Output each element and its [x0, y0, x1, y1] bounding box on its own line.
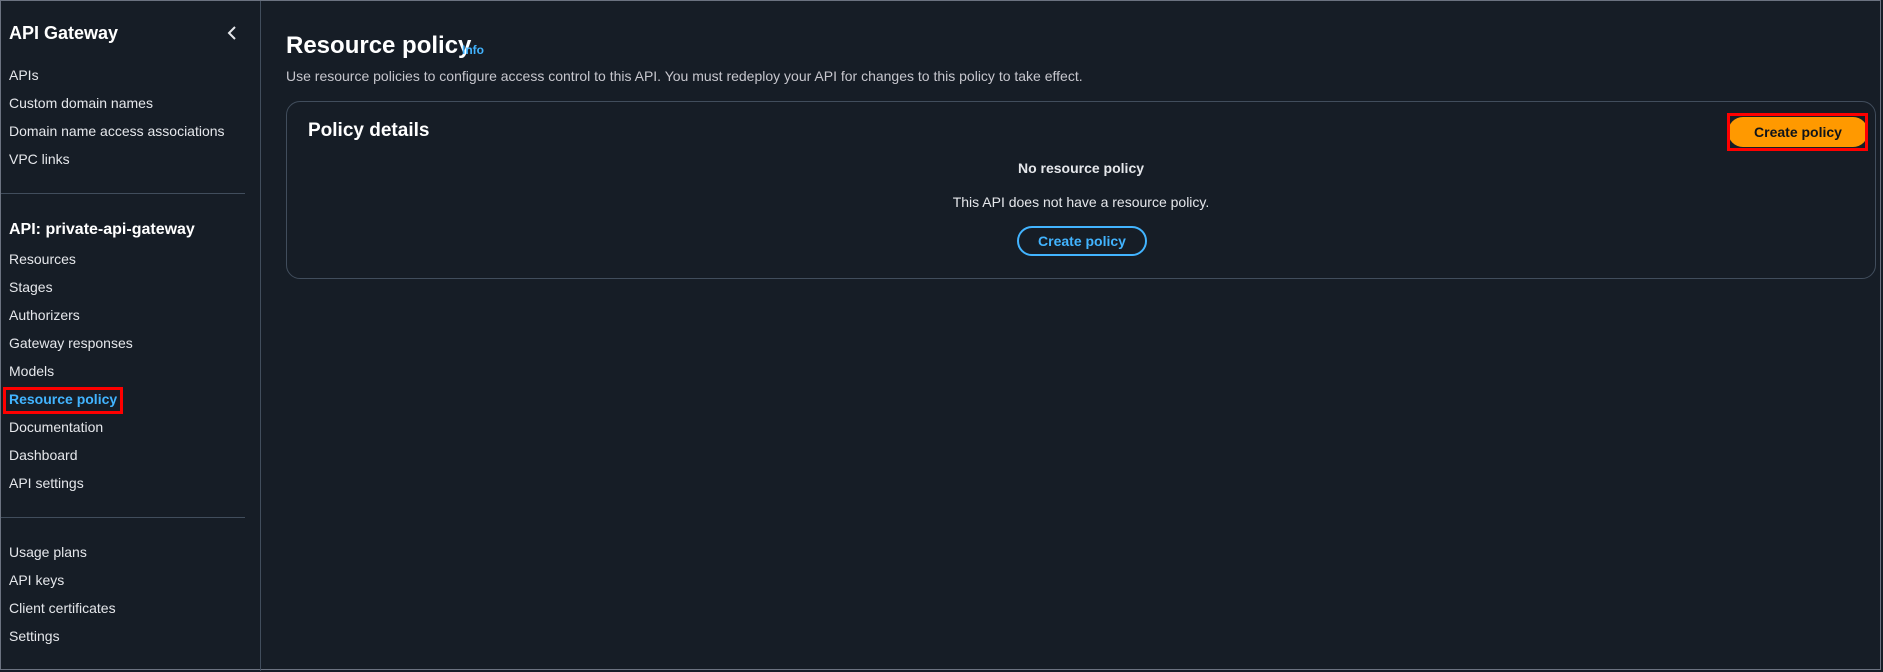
page-description: Use resource policies to configure acces…: [286, 68, 1083, 84]
sidebar-title: API Gateway: [9, 23, 119, 43]
sidebar-divider: [1, 517, 245, 518]
sidebar-item-api-keys[interactable]: API keys: [9, 572, 64, 588]
sidebar-item-domain-name-access-associations[interactable]: Domain name access associations: [9, 123, 225, 139]
sidebar-item-gateway-responses[interactable]: Gateway responses: [9, 335, 133, 351]
sidebar-item-usage-plans[interactable]: Usage plans: [9, 544, 87, 560]
sidebar-item-api-settings[interactable]: API settings: [9, 475, 84, 491]
empty-state-title: No resource policy: [1017, 160, 1145, 176]
sidebar-item-authorizers[interactable]: Authorizers: [9, 307, 80, 323]
panel-title: Policy details: [308, 120, 430, 141]
sidebar-divider: [1, 193, 245, 194]
policy-details-panel: Policy details Create policy No resource…: [286, 101, 1876, 279]
create-policy-button-primary[interactable]: Create policy: [1728, 117, 1868, 147]
sidebar-item-dashboard[interactable]: Dashboard: [9, 447, 78, 463]
create-policy-button-secondary[interactable]: Create policy: [1017, 226, 1147, 256]
sidebar-item-custom-domain-names[interactable]: Custom domain names: [9, 95, 153, 111]
collapse-sidebar-icon[interactable]: [223, 23, 241, 43]
sidebar-api-section-title: API: private-api-gateway: [9, 221, 195, 238]
sidebar-item-apis[interactable]: APIs: [9, 67, 39, 83]
info-link[interactable]: Info: [462, 43, 484, 57]
page-title: Resource policy: [286, 32, 472, 59]
sidebar-item-models[interactable]: Models: [9, 363, 54, 379]
sidebar: API Gateway APIs Custom domain names Dom…: [1, 1, 261, 671]
sidebar-item-resources[interactable]: Resources: [9, 251, 76, 267]
sidebar-item-settings[interactable]: Settings: [9, 628, 60, 644]
sidebar-item-vpc-links[interactable]: VPC links: [9, 151, 70, 167]
empty-state-description: This API does not have a resource policy…: [952, 194, 1210, 210]
sidebar-item-documentation[interactable]: Documentation: [9, 419, 103, 435]
sidebar-item-client-certificates[interactable]: Client certificates: [9, 600, 116, 616]
sidebar-item-stages[interactable]: Stages: [9, 279, 53, 295]
sidebar-item-resource-policy[interactable]: Resource policy: [9, 391, 117, 407]
